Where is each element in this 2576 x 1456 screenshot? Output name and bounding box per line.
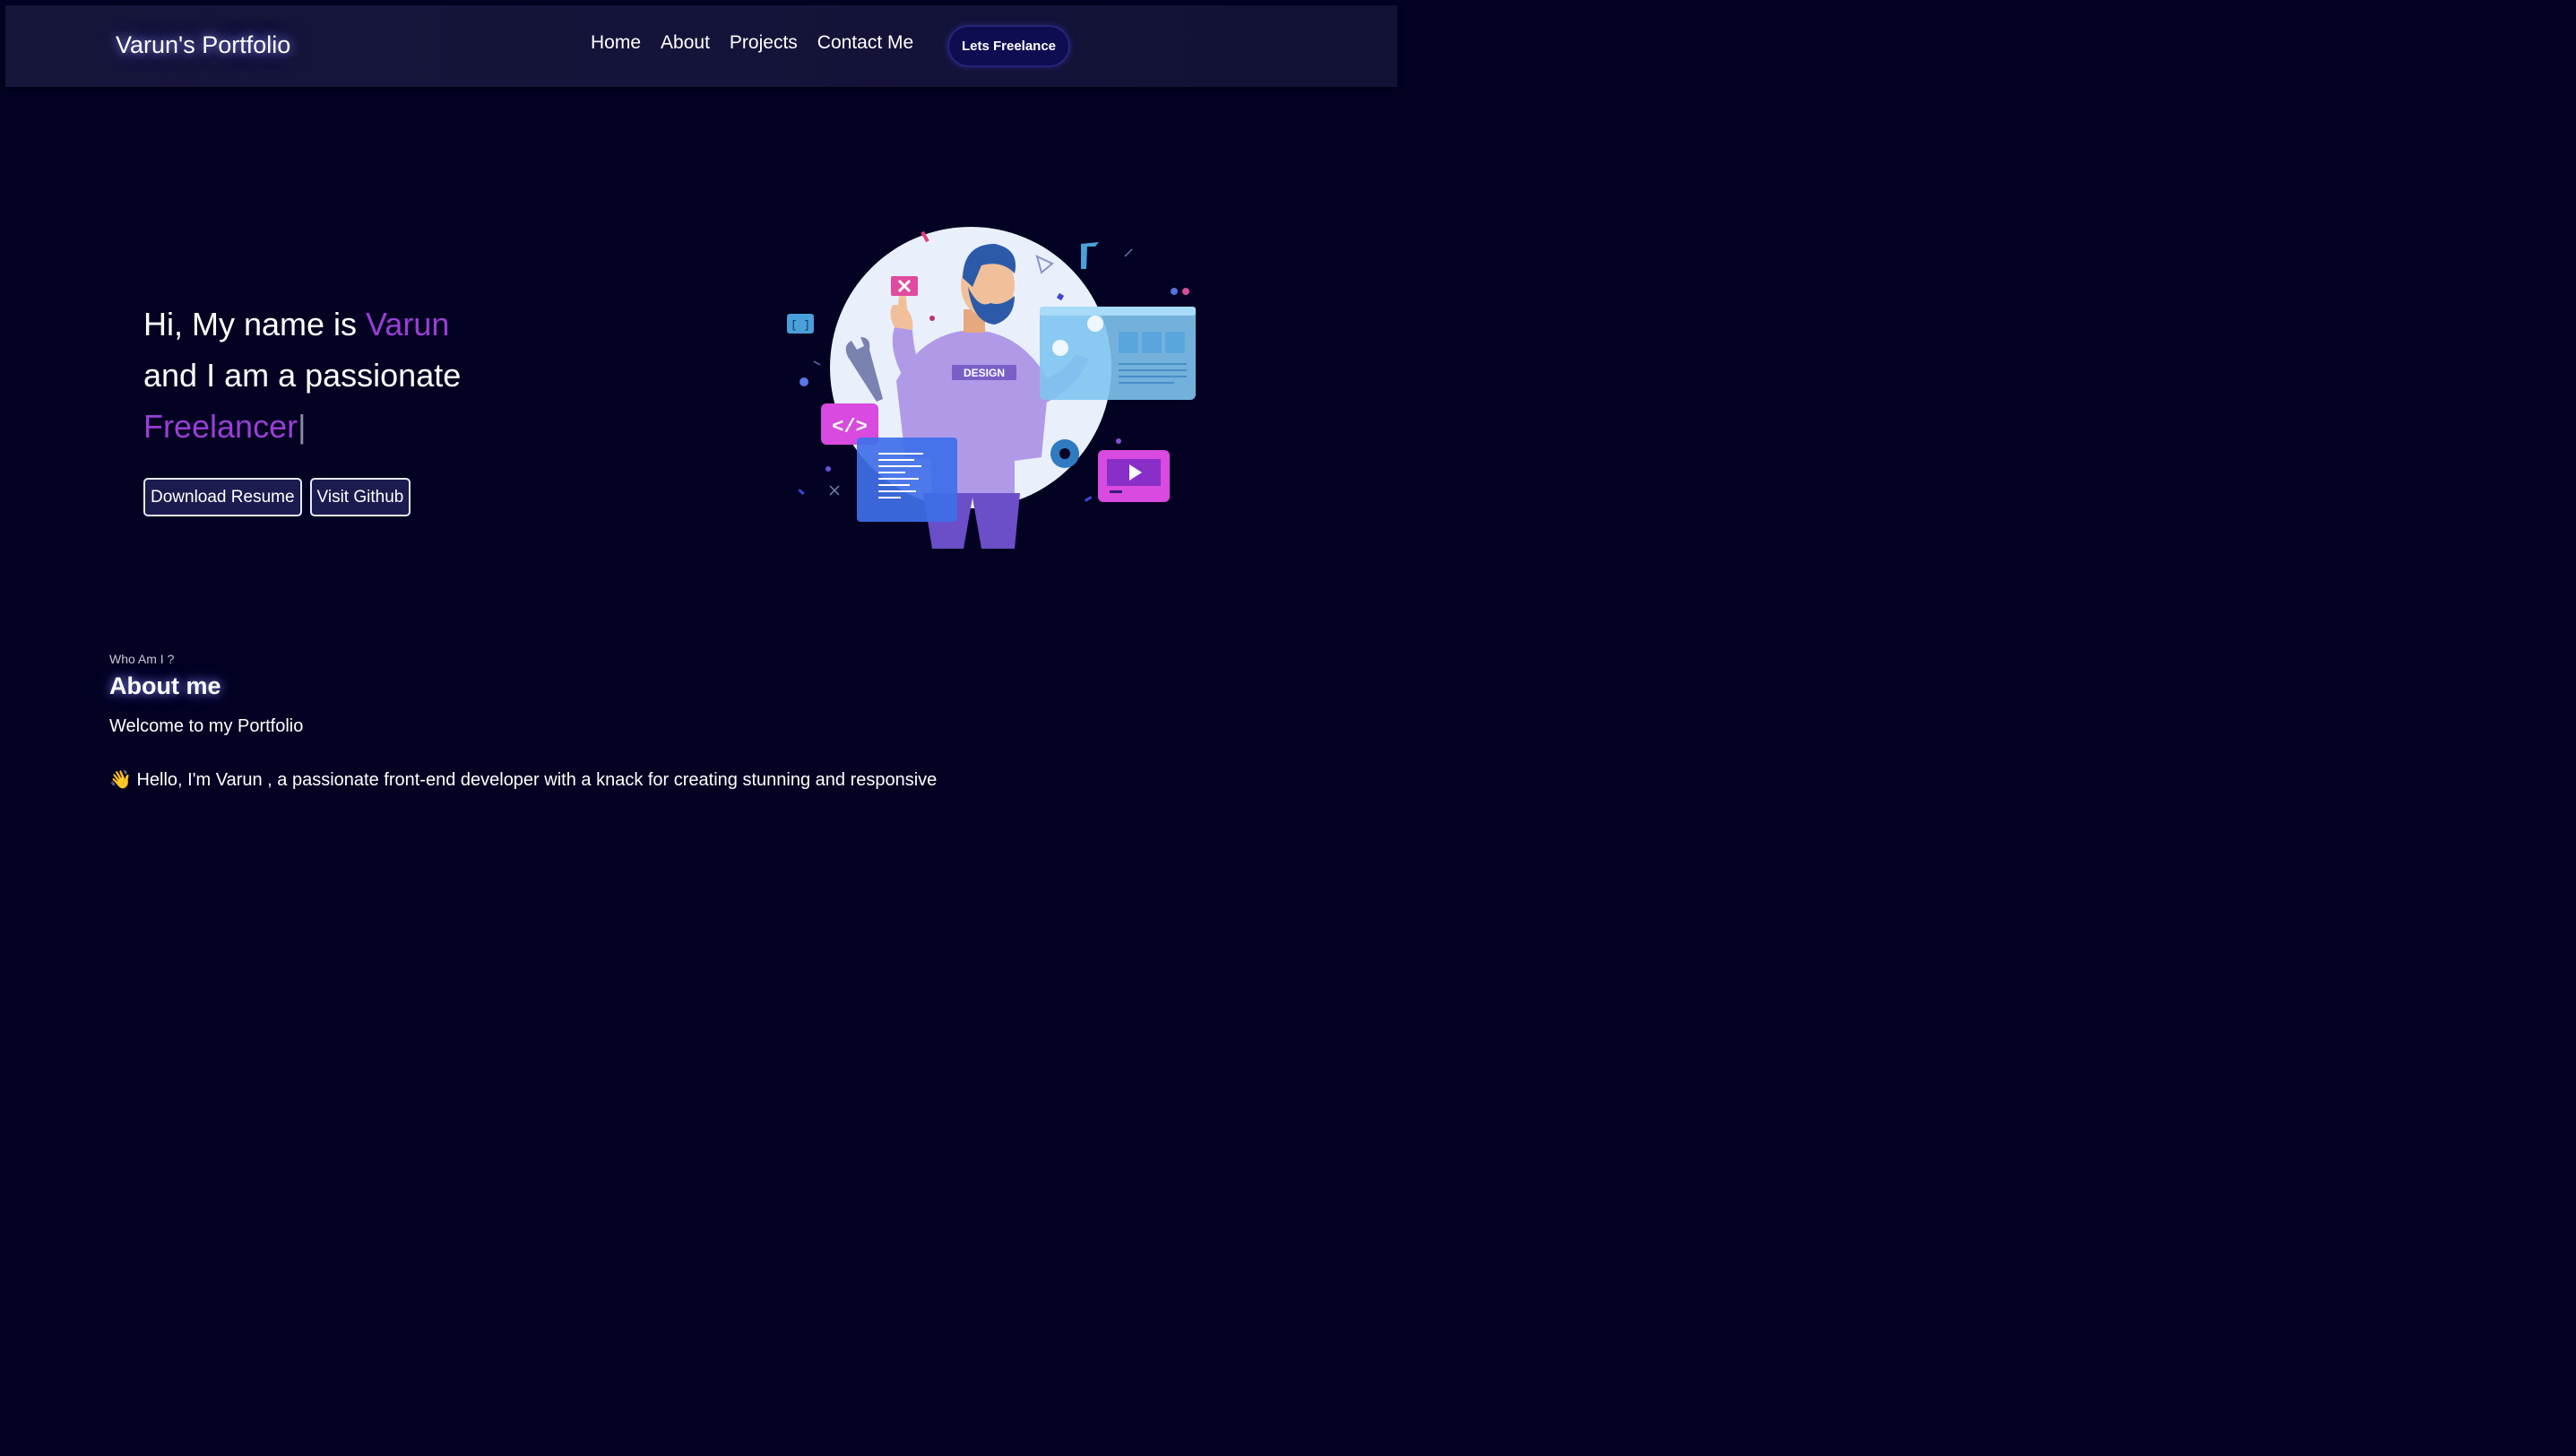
about-intro: 👋 Hello, I'm Varun , a passionate front-… [109,770,938,790]
typing-cursor: | [298,408,307,445]
hero-role: Freelancer [143,408,298,445]
close-sign-icon [891,276,918,296]
close-icon [829,485,840,496]
hero-heading: Hi, My name is Varun and I am a passiona… [143,299,461,452]
hero-name: Varun [366,306,450,342]
about-title: About me [109,672,221,699]
download-resume-button[interactable]: Download Resume [143,478,302,516]
svg-text:[ ]: [ ] [791,319,810,332]
nav-link-home[interactable]: Home [591,32,641,54]
hero-line-1: Hi, My name is Varun [143,299,461,350]
svg-text:</>: </> [832,416,868,438]
nav-links: Home About Projects Contact Me [591,32,913,54]
navbar: Varun's Portfolio Home About Projects Co… [5,5,1397,87]
nav-link-contact[interactable]: Contact Me [817,32,913,54]
hero-line-3: Freelancer| [143,401,461,452]
play-icon [1098,450,1170,502]
settings-icon [1050,439,1079,468]
brand-logo[interactable]: Varun's Portfolio [116,31,290,59]
visit-github-button[interactable]: Visit Github [309,478,411,516]
about-welcome: Welcome to my Portfolio [109,716,304,736]
developer-illustration: [ ] DESIGN </> [787,227,1196,549]
nav-link-projects[interactable]: Projects [730,32,798,54]
about-kicker: Who Am I ? [109,652,175,666]
lets-freelance-button[interactable]: Lets Freelance [947,25,1070,67]
hero-greeting: Hi, My name is [143,306,367,342]
hero-line-2: and I am a passionate [143,357,462,394]
hero-buttons: Download Resume Visit Github [143,478,411,516]
nav-link-about[interactable]: About [661,32,710,54]
shirt-label: DESIGN [964,367,1005,379]
brackets-icon: [ ] [787,314,814,334]
